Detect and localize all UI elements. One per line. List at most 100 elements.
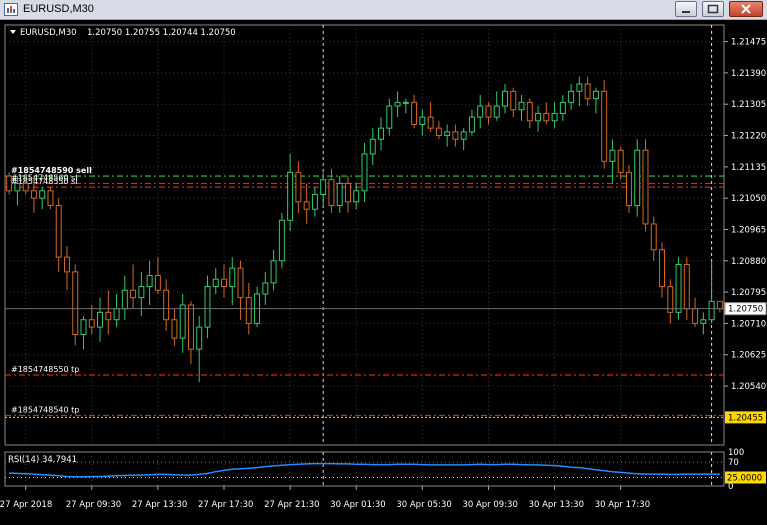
y-tick-label: 1.21220	[731, 132, 766, 142]
x-tick-label: 30 Apr 05:30	[396, 500, 451, 510]
candle-body	[88, 319, 95, 328]
candle-body	[303, 201, 310, 210]
rsi-series-line	[9, 462, 720, 478]
candle-body	[311, 193, 318, 210]
maximize-button[interactable]	[702, 1, 724, 17]
order-line-label: #1854748540 tp	[11, 406, 79, 415]
rsi-label: RSI(14) 34.7941	[8, 455, 77, 465]
x-tick-label: 27 Apr 21:30	[264, 500, 319, 510]
x-tick-label: 27 Apr 17:30	[198, 500, 253, 510]
candle-body	[72, 271, 79, 335]
chart-symbol-header: EURUSD,M30	[20, 28, 77, 38]
close-icon	[741, 4, 751, 14]
order-line-label: #1854748550 tp	[11, 365, 79, 374]
current-price-label: 1.20750	[728, 305, 763, 315]
x-tick-label: 27 Apr 2018	[0, 500, 52, 510]
maximize-icon	[707, 4, 719, 14]
y-tick-label: 1.21305	[731, 100, 766, 110]
candle-body	[378, 127, 385, 140]
candle-body	[411, 101, 418, 125]
y-tick-label: 1.21390	[731, 69, 766, 79]
candle-body	[237, 267, 244, 299]
candle-body	[154, 275, 161, 291]
candle-body	[444, 131, 451, 137]
candle-body	[650, 223, 657, 251]
candle-body	[229, 267, 236, 288]
candle-body	[526, 101, 533, 122]
candle-body	[592, 90, 599, 100]
candle-body	[477, 105, 484, 118]
candle-body	[204, 286, 211, 328]
candle-body	[468, 116, 475, 133]
window-titlebar: EURUSD,M30	[0, 0, 767, 20]
candle-body	[559, 101, 566, 114]
candle-body	[568, 90, 575, 103]
candle-body	[584, 83, 591, 100]
minimize-button[interactable]	[675, 1, 697, 17]
chart-window[interactable]: 1.21475 1.21390 1.21305 1.21220 1.21135 1.210…	[0, 20, 767, 521]
x-tick-label: 30 Apr 09:30	[462, 500, 517, 510]
candle-body	[105, 311, 112, 321]
minimize-icon	[682, 11, 690, 13]
candle-body	[386, 105, 393, 129]
candle-body	[708, 300, 715, 321]
x-tick-label: 30 Apr 17:30	[595, 500, 650, 510]
candle-body	[295, 171, 302, 203]
candle-body	[460, 131, 467, 140]
candle-body	[361, 153, 368, 192]
candle-body	[402, 101, 409, 104]
candle-body	[675, 263, 682, 313]
rsi-tick-label: 100	[728, 448, 744, 458]
order-line-label: #1854748550 sl	[11, 177, 78, 186]
candle-body	[485, 105, 492, 118]
candle-body	[30, 190, 37, 199]
candle-body	[394, 101, 401, 107]
candle-body	[700, 319, 707, 324]
candle-body	[518, 101, 525, 111]
candle-body	[262, 282, 269, 295]
candle-body	[328, 179, 335, 207]
chart-ohlc-header: 1.20750 1.20755 1.20744 1.20750	[87, 28, 236, 38]
candle-body	[344, 182, 351, 203]
candle-body	[163, 289, 170, 321]
y-tick-label: 1.20540	[731, 382, 766, 392]
candle-body	[171, 319, 178, 339]
y-tick-label: 1.20965	[731, 225, 766, 235]
x-tick-label: 30 Apr 01:30	[330, 500, 385, 510]
candle-body	[535, 112, 542, 122]
y-tick-label: 1.21135	[731, 163, 766, 173]
candle-body	[138, 286, 145, 299]
price-chart[interactable]: 1.21475 1.21390 1.21305 1.21220 1.21135 1.210…	[0, 20, 767, 521]
close-button[interactable]	[729, 1, 763, 17]
y-tick-label: 1.20880	[731, 257, 766, 267]
candle-body	[187, 304, 194, 350]
candle-body	[320, 179, 327, 195]
candle-body	[609, 149, 616, 162]
candle-body	[146, 275, 153, 288]
y-tick-label: 1.20795	[731, 288, 766, 298]
candle-body	[6, 175, 13, 192]
chart-app-icon	[4, 3, 18, 16]
y-tick-label: 1.20625	[731, 351, 766, 361]
candle-body	[278, 219, 285, 262]
candle-body	[502, 90, 508, 107]
candle-body	[179, 304, 186, 339]
candle-body	[683, 263, 690, 310]
rsi-pane-frame	[4, 451, 725, 487]
candle-body	[113, 308, 120, 321]
window-title: EURUSD,M30	[23, 3, 94, 15]
candle-body	[642, 149, 649, 225]
header-dropdown-icon	[10, 30, 16, 34]
candle-body	[419, 116, 426, 125]
candle-body	[625, 171, 632, 207]
candle-body	[353, 190, 360, 203]
candle-body	[601, 90, 608, 162]
candle-body	[551, 112, 558, 122]
candle-body	[617, 149, 624, 173]
candle-body	[22, 182, 29, 192]
y-tick-label: 1.20710	[731, 319, 766, 329]
highlight-price-label: 1.20455	[728, 413, 763, 423]
main-plot-frame	[4, 24, 725, 446]
candle-body	[14, 182, 21, 192]
candle-body	[212, 278, 219, 288]
